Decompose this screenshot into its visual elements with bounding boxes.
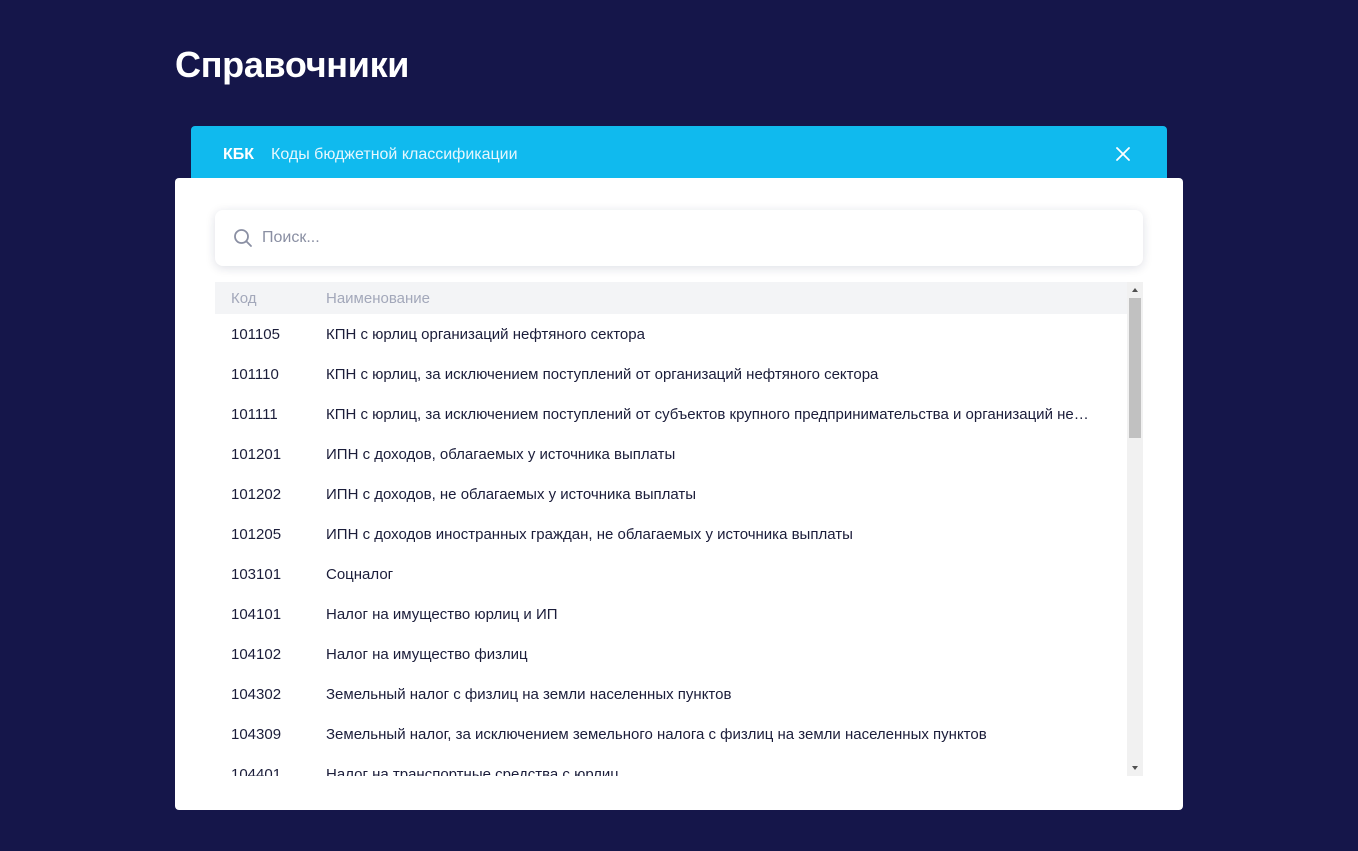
row-code: 101202	[231, 486, 282, 503]
triangle-down-icon[interactable]	[1127, 760, 1143, 776]
row-name: КПН с юрлиц организаций нефтяного сектор…	[326, 326, 645, 343]
table-row[interactable]: 104309 Земельный налог, за исключением з…	[215, 714, 1127, 754]
scrollbar-thumb[interactable]	[1129, 298, 1141, 438]
kbk-table: Код Наименование 101105 КПН с юрлиц орга…	[215, 282, 1143, 776]
row-name: Земельный налог, за исключением земельно…	[326, 726, 987, 743]
row-name: Налог на транспортные средства с юрлиц	[326, 766, 619, 776]
row-code: 104401	[231, 766, 282, 776]
table-row[interactable]: 101110 КПН с юрлиц, за исключением посту…	[215, 354, 1127, 394]
scrollbar[interactable]	[1127, 282, 1143, 776]
table-header: Код Наименование	[215, 282, 1127, 314]
table-row[interactable]: 103101 Соцналог	[215, 554, 1127, 594]
close-icon	[1116, 147, 1130, 161]
close-button[interactable]	[1111, 142, 1135, 166]
triangle-up-icon[interactable]	[1127, 282, 1143, 298]
row-name: Налог на имущество юрлиц и ИП	[326, 606, 558, 623]
table-row[interactable]: 104101 Налог на имущество юрлиц и ИП	[215, 594, 1127, 634]
row-name: ИПН с доходов, облагаемых у источника вы…	[326, 446, 676, 463]
row-name: Налог на имущество физлиц	[326, 646, 528, 663]
dialog-title: Коды бюджетной классификации	[271, 146, 518, 163]
table-row[interactable]: 104302 Земельный налог с физлиц на земли…	[215, 674, 1127, 714]
row-code: 101110	[231, 366, 279, 383]
page: Справочники КБК Коды бюджетной классифик…	[0, 0, 1358, 851]
row-name: Земельный налог с физлиц на земли населе…	[326, 686, 732, 703]
row-name: ИПН с доходов иностранных граждан, не об…	[326, 526, 853, 543]
column-header-code: Код	[231, 290, 257, 307]
table-row[interactable]: 101205 ИПН с доходов иностранных граждан…	[215, 514, 1127, 554]
search-box[interactable]	[215, 210, 1143, 266]
row-name: ИПН с доходов, не облагаемых у источника…	[326, 486, 697, 503]
row-code: 104102	[231, 646, 282, 663]
row-code: 104309	[231, 726, 282, 743]
table-row[interactable]: 101201 ИПН с доходов, облагаемых у источ…	[215, 434, 1127, 474]
table-row[interactable]: 101202 ИПН с доходов, не облагаемых у ис…	[215, 474, 1127, 514]
page-title: Справочники	[175, 44, 410, 85]
row-code: 101105	[231, 326, 280, 343]
column-header-name: Наименование	[326, 290, 430, 307]
row-code: 101205	[231, 526, 282, 543]
search-input[interactable]	[262, 210, 1122, 266]
row-name: Соцналог	[326, 566, 394, 583]
row-code: 104101	[231, 606, 282, 623]
dialog-panel: Код Наименование 101105 КПН с юрлиц орга…	[175, 178, 1183, 810]
row-name: КПН с юрлиц, за исключением поступлений …	[326, 366, 879, 383]
table-row[interactable]: 101105 КПН с юрлиц организаций нефтяного…	[215, 314, 1127, 354]
search-icon	[234, 229, 252, 247]
table-body: 101105 КПН с юрлиц организаций нефтяного…	[215, 314, 1127, 776]
row-code: 103101	[231, 566, 282, 583]
table-row[interactable]: 104401 Налог на транспортные средства с …	[215, 754, 1127, 776]
dialog-code: КБК	[223, 146, 255, 163]
row-code: 101201	[231, 446, 282, 463]
table-row[interactable]: 101111 КПН с юрлиц, за исключением посту…	[215, 394, 1127, 434]
row-code: 104302	[231, 686, 282, 703]
row-name: КПН с юрлиц, за исключением поступлений …	[326, 406, 1091, 423]
table-row[interactable]: 104102 Налог на имущество физлиц	[215, 634, 1127, 674]
row-code: 101111	[231, 406, 278, 423]
dialog-header: КБК Коды бюджетной классификации	[191, 126, 1167, 186]
